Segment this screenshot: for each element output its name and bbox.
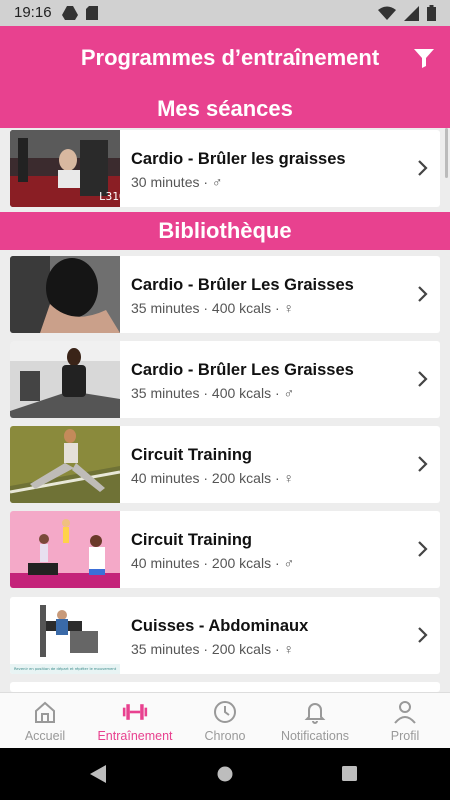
home-circle-icon[interactable] [217,766,233,782]
section-header-library: Bibliothèque [0,212,450,250]
dumbbell-icon [122,704,148,720]
library-card-partial[interactable] [10,682,440,692]
nav-item-profil[interactable]: Profil [360,693,450,748]
machine-label: L310 [99,190,120,203]
filter-icon[interactable] [412,46,436,70]
nav-label: Profil [390,729,420,743]
signal-icon [404,5,419,21]
program-meta: 35 minutes · 200 kcals · ♀ [131,641,295,657]
status-bar: 19:16 [0,0,450,26]
library-card[interactable]: Circuit Training 40 minutes · 200 kcals … [10,511,440,588]
nav-label: Notifications [280,729,350,743]
library-card[interactable]: Cardio - Brûler Les Graisses 35 minutes … [10,256,440,333]
drive-icon [62,6,78,20]
profile-icon [394,701,416,724]
battery-icon [427,5,436,21]
program-name: Cardio - Brûler Les Graisses [131,361,354,379]
session-meta: 30 minutes · ♂ [131,174,223,190]
chevron-right-icon [418,371,428,387]
status-time: 19:16 [14,4,52,21]
nav-label: Chrono [204,729,246,743]
leg-machine-image: Revenir en position de départ et répéter… [10,597,120,674]
program-name: Cuisses - Abdominaux [131,617,309,635]
woman-stretching-image [10,426,120,503]
system-nav-bar [0,748,450,800]
program-name: Circuit Training [131,531,253,549]
back-icon[interactable] [90,765,106,783]
nav-item-accueil[interactable]: Accueil [0,693,90,748]
clock-icon [214,701,236,723]
program-meta: 35 minutes · 400 kcals · ♂ [131,385,295,401]
bottom-nav: Accueil Entraînement Chrono Notification… [0,692,450,748]
nav-item-chrono[interactable]: Chrono [180,693,270,748]
session-card[interactable]: L310 Cardio - Brûler les graisses 30 min… [10,130,440,207]
library-card[interactable]: Circuit Training 40 minutes · 200 kcals … [10,426,440,503]
page-title: Programmes d’entraînement [80,45,380,70]
program-name: Circuit Training [131,446,253,464]
machine-caption: Revenir en position de départ et répéter… [14,667,117,671]
nav-label: Accueil [24,729,66,743]
recents-icon[interactable] [342,766,357,781]
fitness-illustration-image [10,511,120,588]
nav-item-entrainement[interactable]: Entraînement [90,693,180,748]
section-header-my-sessions: Mes séances [0,90,450,128]
program-meta: 35 minutes · 400 kcals · ♀ [131,300,295,316]
woman-cardio-image [10,256,120,333]
chevron-right-icon [418,541,428,557]
program-image [10,682,120,692]
scrollbar[interactable] [445,128,448,178]
chevron-right-icon [418,627,428,643]
home-icon [35,701,55,723]
bell-icon [304,703,326,724]
nav-label: Entraînement [97,729,173,743]
program-name: Cardio - Brûler Les Graisses [131,276,354,294]
library-card[interactable]: Revenir en position de départ et répéter… [10,597,440,674]
app-bar: Programmes d’entraînement [0,26,450,90]
session-name: Cardio - Brûler les graisses [131,150,346,168]
program-meta: 40 minutes · 200 kcals · ♂ [131,555,295,571]
gym-machine-image: L310 [10,130,120,207]
wifi-icon [378,6,396,20]
library-card[interactable]: Cardio - Brûler Les Graisses 35 minutes … [10,341,440,418]
program-meta: 40 minutes · 200 kcals · ♀ [131,470,295,486]
nav-item-notifications[interactable]: Notifications [270,693,360,748]
chevron-right-icon [418,160,428,176]
man-treadmill-image [10,341,120,418]
sd-card-icon [86,6,98,20]
chevron-right-icon [418,286,428,302]
chevron-right-icon [418,456,428,472]
